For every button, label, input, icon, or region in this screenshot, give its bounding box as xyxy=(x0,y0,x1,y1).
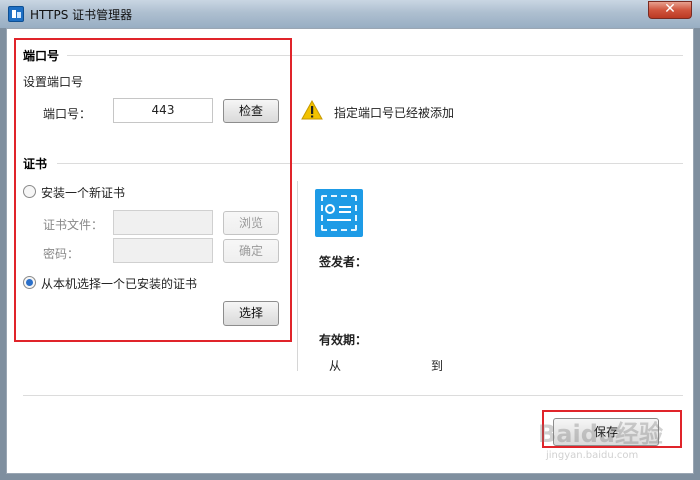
validity-from-label: 从 xyxy=(329,359,342,373)
certificate-icon xyxy=(315,189,363,237)
port-status-message: 指定端口号已经被添加 xyxy=(334,106,455,120)
validity-to-label: 到 xyxy=(431,359,444,373)
close-button[interactable]: ✕ xyxy=(648,1,692,19)
baidu-watermark-url: jingyan.baidu.com xyxy=(546,450,639,461)
window-title: HTTPS 证书管理器 xyxy=(30,8,133,22)
title-bar[interactable]: HTTPS 证书管理器 ✕ xyxy=(0,0,700,28)
info-separator xyxy=(297,181,298,371)
highlight-box-settings xyxy=(14,38,292,342)
footer-divider xyxy=(23,395,683,396)
baidu-watermark: Baidu经验 xyxy=(538,420,663,448)
issuer-label: 签发者： xyxy=(319,255,368,269)
app-window: HTTPS 证书管理器 ✕ 端口号 设置端口号 端口号： 443 检查 指定端口… xyxy=(0,0,700,480)
app-icon xyxy=(8,6,24,22)
close-icon: ✕ xyxy=(664,1,676,17)
validity-label: 有效期： xyxy=(319,333,368,347)
warning-icon xyxy=(301,100,323,120)
